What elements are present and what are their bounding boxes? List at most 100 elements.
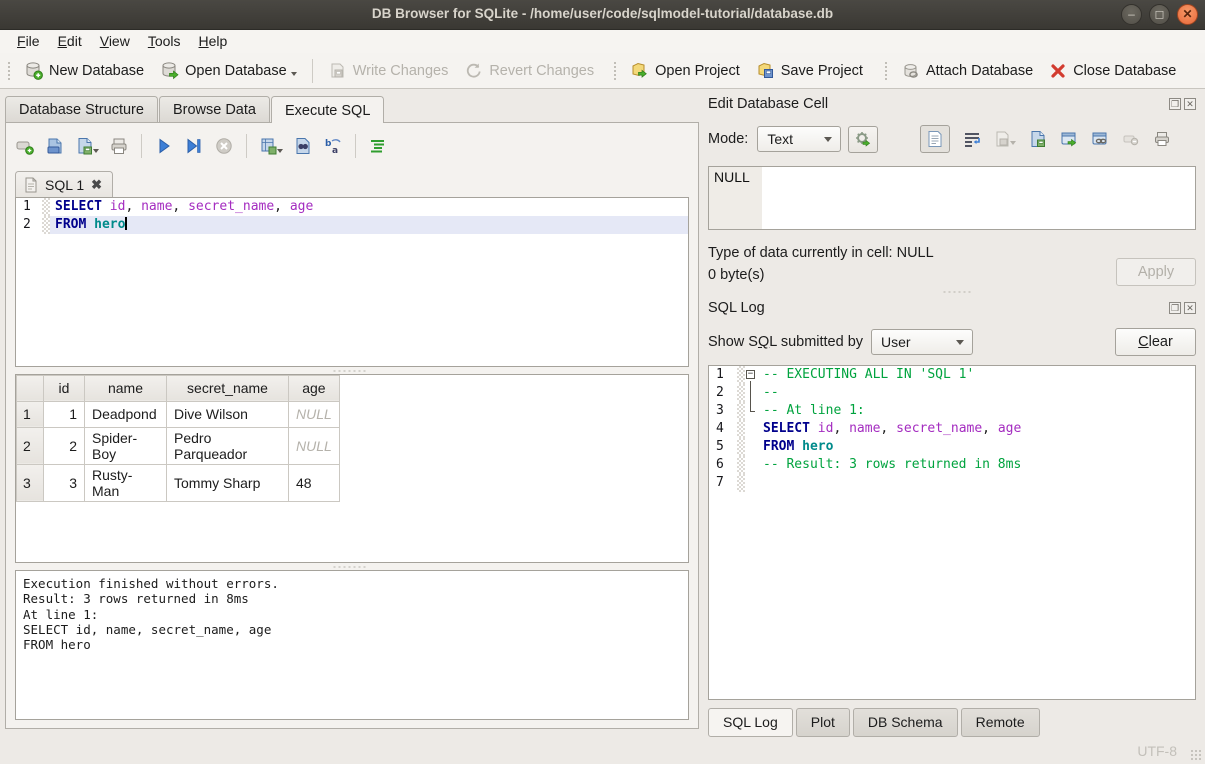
editor-line: 1 SELECT id, name, secret_name, age <box>16 198 688 216</box>
results-grid[interactable]: id name secret_name age 1 1 Deadpond Div… <box>15 374 689 564</box>
column-header-id[interactable]: id <box>44 375 85 401</box>
save-results-icon[interactable] <box>259 136 283 156</box>
format-sql-icon[interactable] <box>368 136 388 156</box>
menu-view[interactable]: View <box>91 30 139 53</box>
stop-icon[interactable] <box>214 136 234 156</box>
fold-line <box>745 384 758 402</box>
maximize-button[interactable]: ◻ <box>1149 4 1170 25</box>
execute-current-line-icon[interactable] <box>184 136 204 156</box>
execute-sql-panel: b a SQL 1 ✖ <box>5 122 699 729</box>
close-button[interactable]: ✕ <box>1177 4 1198 25</box>
menu-edit[interactable]: Edit <box>49 30 91 53</box>
encoding-indicator: UTF-8 <box>1137 743 1177 759</box>
execution-message: Execution finished without errors. Resul… <box>15 570 689 720</box>
dock-float-icon[interactable]: ❐ <box>1169 302 1181 314</box>
svg-text:a: a <box>332 146 338 156</box>
set-null-icon[interactable] <box>1122 130 1140 148</box>
open-database-dropdown-icon[interactable] <box>291 72 297 79</box>
menu-bar: File Edit View Tools Help <box>0 30 1205 53</box>
table-row[interactable]: 2 2 Spider-Boy Pedro Parqueador NULL <box>17 427 340 464</box>
text-document-icon <box>927 130 943 148</box>
tab-plot[interactable]: Plot <box>796 708 850 737</box>
main-tab-bar: Database Structure Browse Data Execute S… <box>5 96 701 122</box>
write-changes-icon <box>328 61 347 80</box>
new-tab-icon[interactable] <box>15 136 35 156</box>
attach-database-icon <box>901 61 920 80</box>
resize-grip[interactable] <box>1190 749 1202 761</box>
mode-select[interactable]: Text <box>757 126 841 152</box>
main-toolbar: New Database Open Database Write Changes… <box>0 53 1205 89</box>
edit-cell-dock-header: Edit Database Cell ❐ ✕ <box>708 94 1196 114</box>
dock-splitter-handle[interactable] <box>708 286 1196 298</box>
tab-sql-log[interactable]: SQL Log <box>708 708 793 737</box>
fold-marker[interactable]: − <box>745 366 758 384</box>
export-to-file-icon[interactable] <box>1060 130 1078 148</box>
apply-button[interactable]: Apply <box>1116 258 1196 286</box>
dock-tab-bar: SQL Log Plot DB Schema Remote <box>708 708 1196 737</box>
text-mode-button[interactable] <box>920 125 950 153</box>
minimize-button[interactable]: – <box>1121 4 1142 25</box>
open-sql-file-icon[interactable] <box>45 136 65 156</box>
cell-value-editor[interactable]: NULL <box>708 166 1196 230</box>
revert-changes-button[interactable]: Revert Changes <box>456 57 602 84</box>
open-project-button[interactable]: Open Project <box>622 57 748 84</box>
sql-toolbar-separator <box>355 134 356 158</box>
menu-file[interactable]: File <box>8 30 49 53</box>
column-header-name[interactable]: name <box>85 375 167 401</box>
column-header-secret-name[interactable]: secret_name <box>167 375 289 401</box>
status-bar: UTF-8 <box>0 737 1205 764</box>
edit-cell-title: Edit Database Cell <box>708 96 1169 112</box>
find-replace-icon[interactable]: b a <box>323 136 343 156</box>
tab-execute-sql[interactable]: Execute SQL <box>271 96 384 123</box>
print-sql-icon[interactable] <box>109 136 129 156</box>
cell-value: NULL <box>714 169 750 185</box>
tab-remote[interactable]: Remote <box>961 708 1040 737</box>
find-icon[interactable] <box>293 136 313 156</box>
close-database-button[interactable]: Close Database <box>1041 58 1184 84</box>
toolbar-drag-handle[interactable] <box>883 60 888 82</box>
save-project-button[interactable]: Save Project <box>748 57 871 84</box>
word-wrap-icon[interactable] <box>963 130 981 148</box>
menu-tools[interactable]: Tools <box>139 30 190 53</box>
open-database-icon <box>160 61 179 80</box>
new-database-button[interactable]: New Database <box>16 57 152 84</box>
execute-all-icon[interactable] <box>154 136 174 156</box>
open-external-icon[interactable] <box>1091 130 1109 148</box>
apply-cell-button[interactable] <box>848 126 878 153</box>
column-header-age[interactable]: age <box>289 375 340 401</box>
execute-sql-area: Database Structure Browse Data Execute S… <box>0 89 701 737</box>
dock-close-icon[interactable]: ✕ <box>1184 98 1196 110</box>
table-row[interactable]: 3 3 Rusty-Man Tommy Sharp 48 <box>17 464 340 501</box>
menu-help[interactable]: Help <box>190 30 237 53</box>
import-from-file-icon[interactable] <box>1029 130 1047 148</box>
splitter-handle[interactable] <box>15 563 689 570</box>
sql-editor-tab[interactable]: SQL 1 ✖ <box>15 171 113 197</box>
clear-button[interactable]: Clear <box>1115 328 1196 356</box>
tab-database-structure[interactable]: Database Structure <box>5 96 158 122</box>
cell-type-info: Type of data currently in cell: NULL <box>708 242 1116 264</box>
tab-browse-data[interactable]: Browse Data <box>159 96 270 122</box>
sql-file-icon <box>24 177 38 193</box>
fold-margin <box>42 216 50 234</box>
save-as-icon[interactable] <box>994 130 1016 148</box>
dock-float-icon[interactable]: ❐ <box>1169 98 1181 110</box>
splitter-handle[interactable] <box>15 367 689 374</box>
write-changes-button[interactable]: Write Changes <box>320 57 457 84</box>
sql-toolbar-separator <box>141 134 142 158</box>
save-sql-file-icon[interactable] <box>75 136 99 156</box>
tab-close-icon[interactable]: ✖ <box>91 177 102 193</box>
submitted-by-select[interactable]: User <box>871 329 973 355</box>
sql-log-view[interactable]: 1 − -- EXECUTING ALL IN 'SQL 1' 2 -- 3 -… <box>708 365 1196 700</box>
toolbar-drag-handle[interactable] <box>612 60 617 82</box>
dock-close-icon[interactable]: ✕ <box>1184 302 1196 314</box>
titlebar[interactable]: DB Browser for SQLite - /home/user/code/… <box>0 0 1205 30</box>
attach-database-button[interactable]: Attach Database <box>893 57 1041 84</box>
table-row[interactable]: 1 1 Deadpond Dive Wilson NULL <box>17 401 340 427</box>
sql-editor[interactable]: 1 SELECT id, name, secret_name, age 2 FR… <box>15 197 689 367</box>
toolbar-drag-handle[interactable] <box>6 60 11 82</box>
tab-db-schema[interactable]: DB Schema <box>853 708 958 737</box>
toolbar-separator <box>312 59 313 83</box>
cell-mode-row: Mode: Text <box>708 125 1196 153</box>
open-database-button[interactable]: Open Database <box>152 57 305 84</box>
print-cell-icon[interactable] <box>1153 130 1171 148</box>
